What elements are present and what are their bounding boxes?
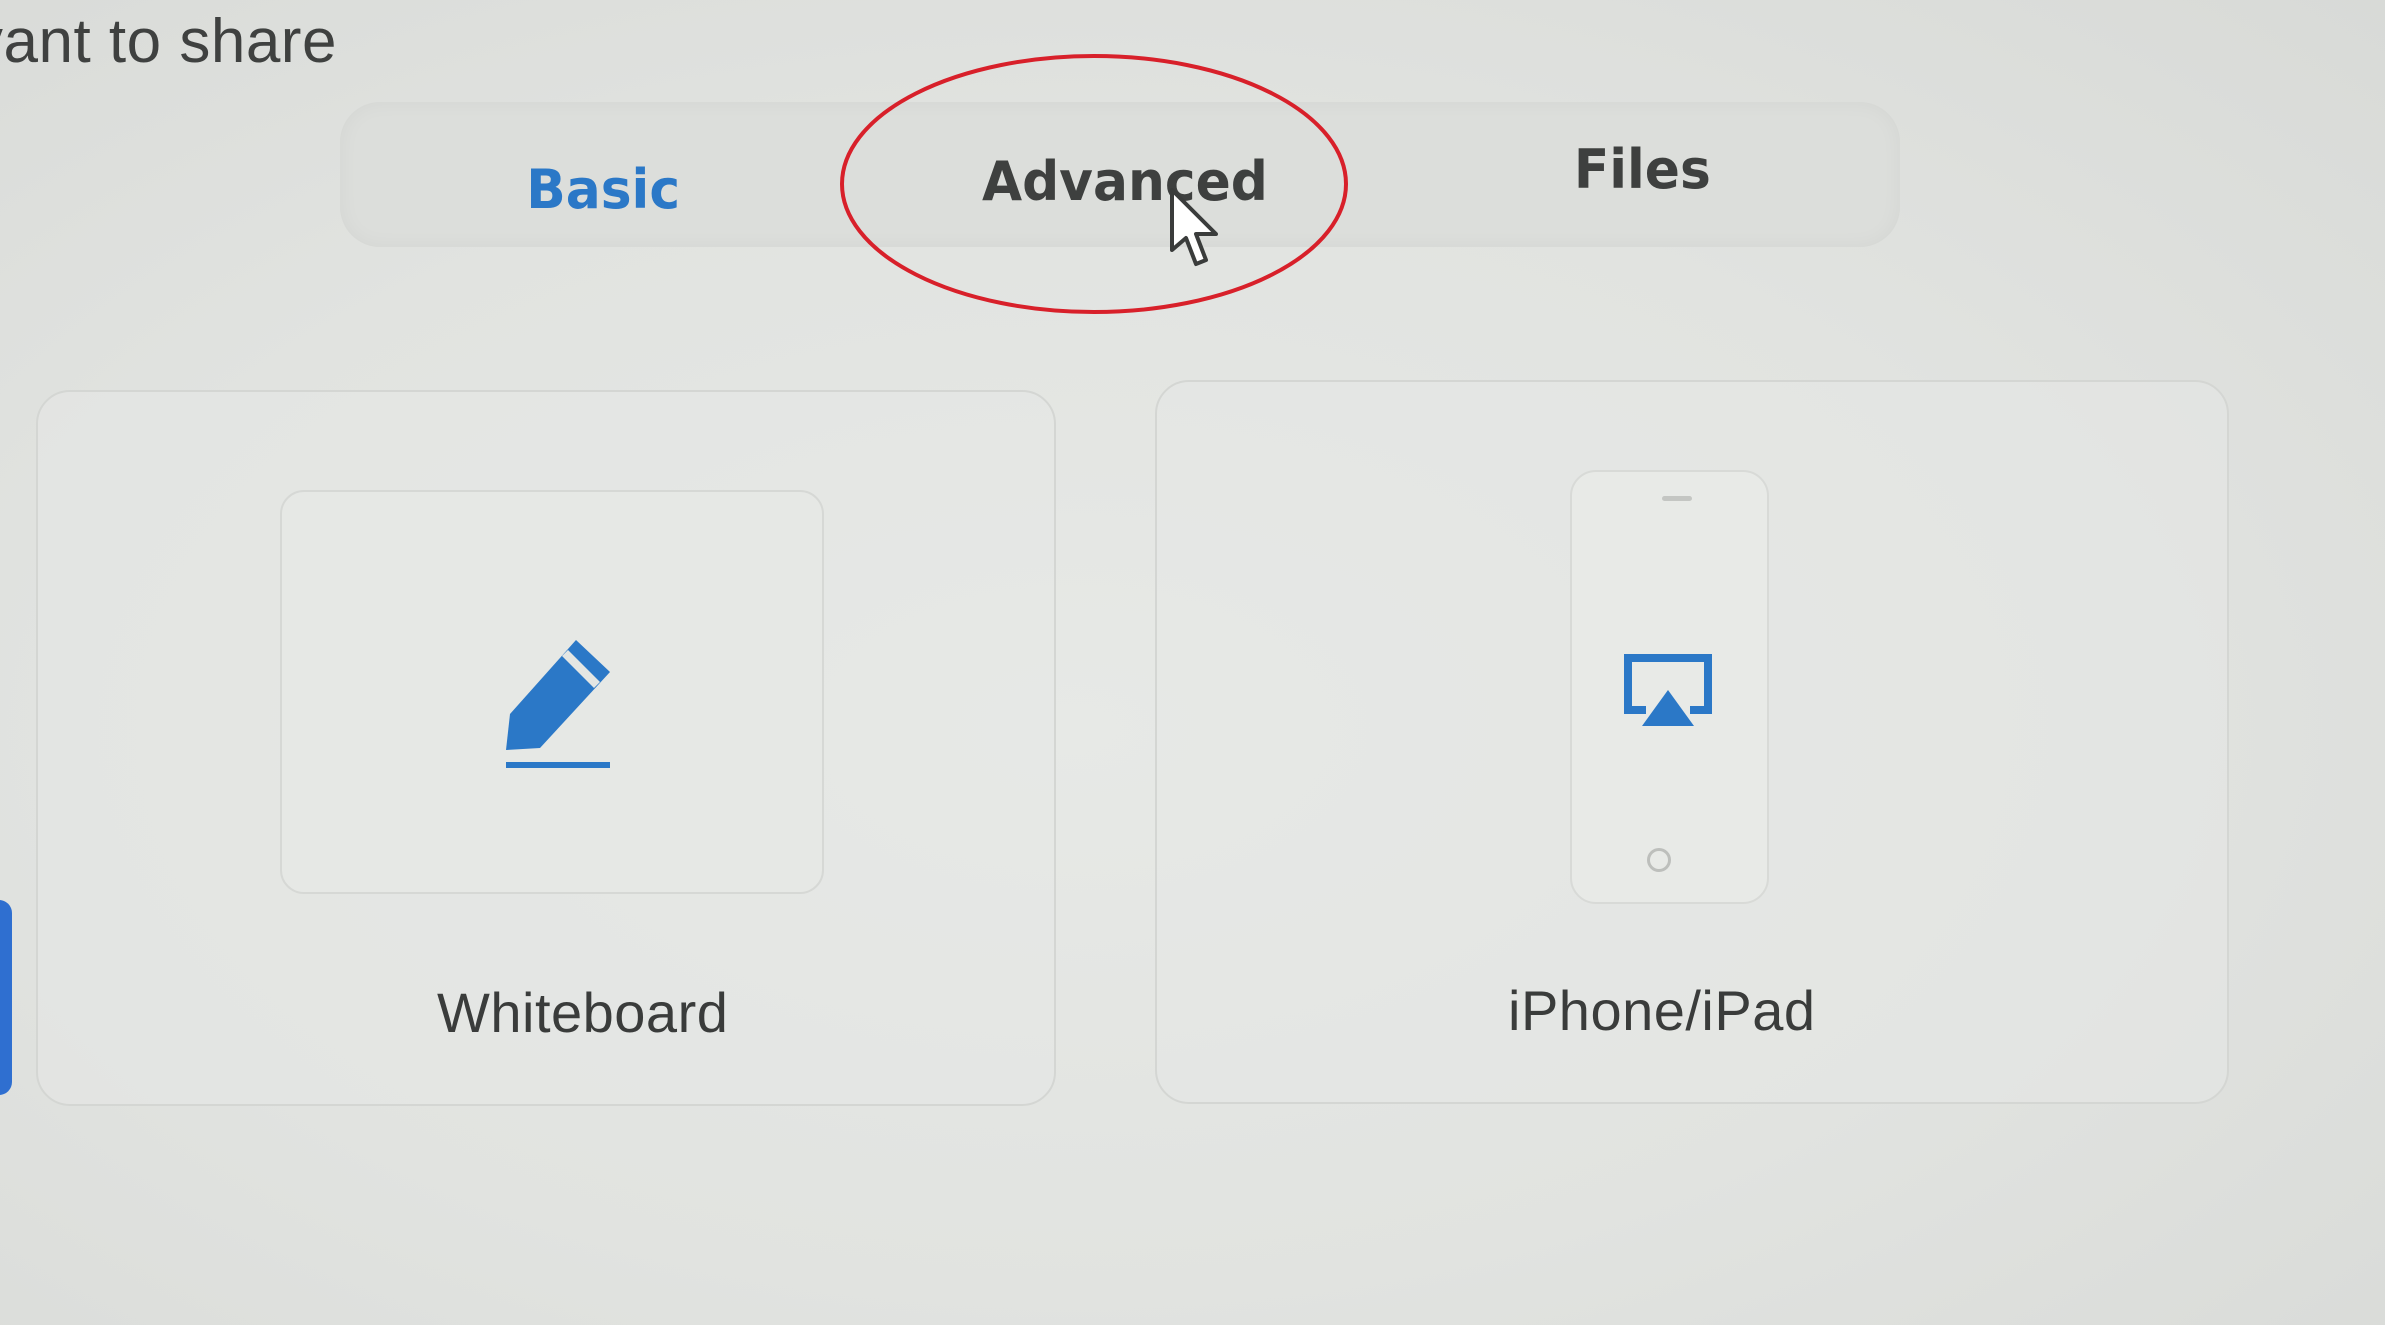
- device-home-button: [1647, 848, 1671, 872]
- whiteboard-label: Whiteboard: [437, 981, 729, 1044]
- tab-files[interactable]: Files: [1574, 138, 1711, 201]
- share-prompt-text: vant to share: [0, 7, 337, 76]
- device-earpiece: [1662, 496, 1692, 501]
- tab-basic[interactable]: Basic: [526, 158, 680, 221]
- airplay-icon: [1624, 654, 1712, 726]
- mouse-cursor-icon: [1170, 188, 1218, 266]
- pencil-icon: [506, 640, 610, 768]
- iphone-ipad-label: iPhone/iPad: [1508, 979, 1816, 1042]
- left-edge-accent-bar: [0, 900, 12, 1095]
